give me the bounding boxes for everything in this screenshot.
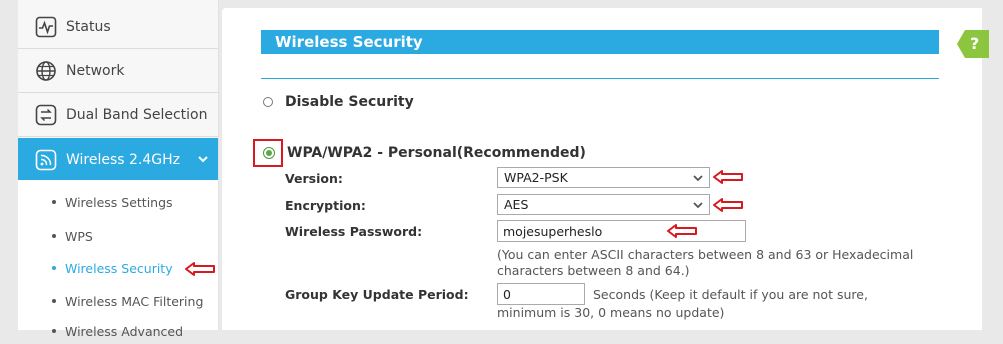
sidebar-item-wireless-24[interactable]: Wireless 2.4GHz [18,138,218,181]
version-label: Version: [285,171,343,186]
globe-icon [34,59,58,83]
group-key-hint-line-2: minimum is 30, 0 means no update) [497,305,725,320]
wpa-personal-label: WPA/WPA2 - Personal(Recommended) [287,145,586,161]
annotation-arrow-icon [713,170,743,184]
disable-security-label: Disable Security [285,94,414,110]
pulse-icon [34,15,58,39]
disable-security-option[interactable]: Disable Security [263,94,414,110]
sidebar: Status Network Dual Band Selection Wirel… [18,0,219,339]
swap-icon [34,103,58,127]
submenu-item-wireless-settings[interactable]: Wireless Settings [18,189,218,215]
bullet-icon [52,234,56,238]
submenu-item-label: WPS [65,228,93,244]
group-key-label: Group Key Update Period: [285,287,469,302]
help-label: ? [970,34,980,53]
submenu-item-label: Wireless MAC Filtering [65,293,204,309]
annotation-arrow-icon [185,262,215,276]
submenu-item-mac-filtering[interactable]: Wireless MAC Filtering [18,288,218,314]
sidebar-item-dual-band[interactable]: Dual Band Selection [18,94,218,137]
wifi-icon [34,148,58,172]
section-title: Wireless Security [261,30,939,54]
chevron-down-icon [198,156,208,163]
wireless-password-value: mojesuperheslo [503,223,603,239]
wireless-password-input[interactable]: mojesuperheslo [497,220,746,242]
sidebar-item-label: Wireless 2.4GHz [66,151,181,168]
bullet-icon [52,299,56,303]
help-button[interactable]: ? [957,30,989,58]
section-divider [261,78,939,79]
submenu: Wireless Settings WPS Wireless Security … [18,180,218,339]
submenu-item-label: Wireless Security [65,260,173,276]
sidebar-item-label: Network [66,63,125,79]
submenu-item-label: Wireless Settings [65,194,173,210]
encryption-label: Encryption: [285,198,366,213]
bullet-icon [52,200,56,204]
version-value: WPA2-PSK [504,170,568,185]
chevron-down-icon [693,175,703,182]
sidebar-item-network[interactable]: Network [18,50,218,93]
bullet-icon [52,266,56,270]
disable-security-radio[interactable] [263,97,273,107]
wpa-personal-option[interactable]: WPA/WPA2 - Personal(Recommended) [263,145,586,161]
annotation-arrow-icon [713,198,743,212]
submenu-item-wireless-advanced[interactable]: Wireless Advanced [18,318,218,344]
version-select[interactable]: WPA2-PSK [497,167,710,188]
sidebar-item-label: Status [66,19,111,35]
group-key-input[interactable]: 0 [497,283,585,305]
chevron-down-icon [693,202,703,209]
submenu-item-label: Wireless Advanced [65,323,184,339]
password-hint-line: (You can enter ASCII characters between … [497,247,914,262]
sidebar-item-status[interactable]: Status [18,6,218,49]
encryption-value: AES [504,197,529,212]
password-hint: (You can enter ASCII characters between … [497,247,913,279]
annotation-arrow-icon [667,224,697,238]
sidebar-item-label: Dual Band Selection [66,107,208,123]
group-key-hint: Seconds (Keep it default if you are not … [593,287,868,302]
submenu-item-wps[interactable]: WPS [18,223,218,249]
password-hint-line: characters between 8 and 64.) [497,263,690,278]
encryption-select[interactable]: AES [497,194,710,215]
wpa-personal-radio[interactable] [263,147,275,159]
wireless-password-label: Wireless Password: [285,224,423,239]
group-key-value: 0 [503,286,511,302]
